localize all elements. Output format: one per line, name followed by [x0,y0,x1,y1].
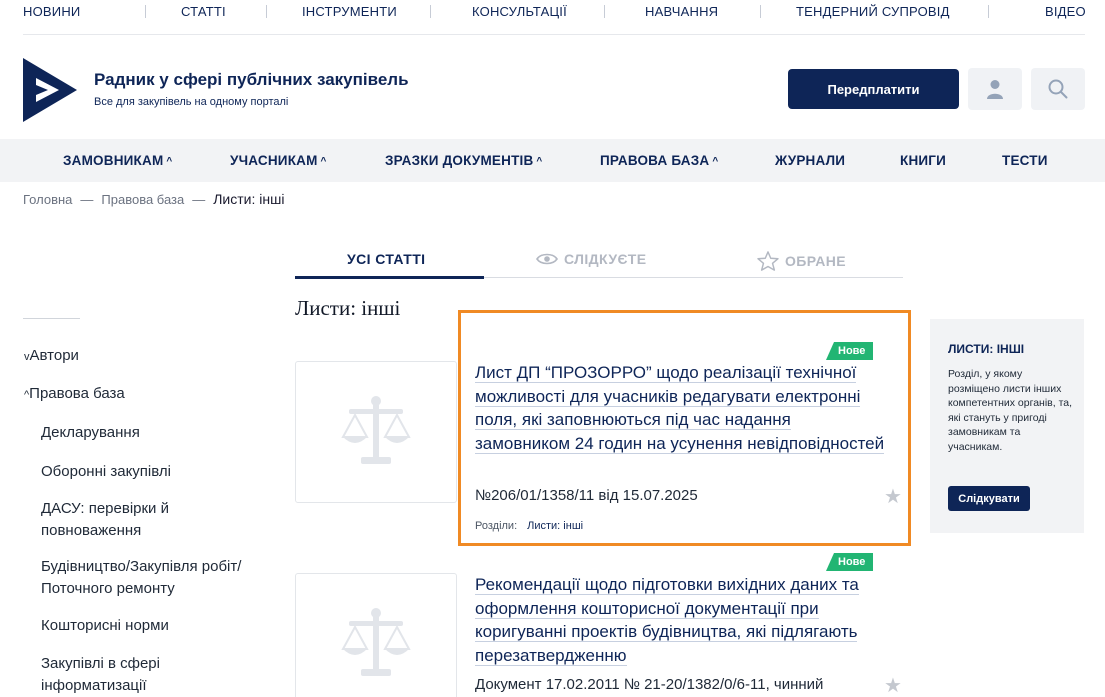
divider [988,5,989,18]
main-nav-document-samples[interactable]: ЗРАЗКИ ДОКУМЕНТІВ ^ [385,153,542,168]
article-thumbnail[interactable] [295,361,457,503]
sidebar-item-construction[interactable]: Будівництво/Закупівля робіт/ Поточного р… [41,556,271,600]
main-nav-tests[interactable]: ТЕСТИ [1002,153,1048,168]
article-thumbnail[interactable] [295,573,457,697]
chevron-up-icon: ^ [536,156,543,167]
search-button[interactable] [1031,68,1085,110]
article-tabs: УСІ СТАТТІ СЛІДКУЄТЕ ОБРАНЕ [295,244,903,279]
sidebar-item-informatization[interactable]: Закупівлі в сфері інформатизації [41,653,191,697]
site-title[interactable]: Радник у сфері публічних закупівель [94,70,409,90]
tab-label: ОБРАНЕ [785,253,847,269]
top-nav-tools[interactable]: ІНСТРУМЕНТИ [302,4,397,19]
breadcrumb-home[interactable]: Головна [23,192,72,207]
breadcrumb: Головна — Правова база — Листи: інші [23,191,284,207]
top-nav-video[interactable]: ВІДЕО [1045,4,1086,19]
article-title-text: Лист ДП “ПРОЗОРРО” щодо реалізації техні… [475,363,885,454]
favorite-star-icon[interactable]: ★ [884,673,902,697]
sidebar-item-defense-procurement[interactable]: Оборонні закупівлі [41,461,271,483]
top-nav-news[interactable]: НОВИНИ [23,4,80,19]
sidebar-item-declaration[interactable]: Декларування [41,422,271,444]
active-tab-indicator [295,276,484,279]
divider [23,318,80,319]
main-nav-legal-base[interactable]: ПРАВОВА БАЗА ^ [600,153,718,168]
divider [145,5,146,18]
main-nav-label: ЗАМОВНИКАМ [63,153,164,168]
sidebar-group-label: Правова база [29,385,125,402]
tab-label: СЛІДКУЄТЕ [564,251,647,267]
top-nav-education[interactable]: НАВЧАННЯ [645,4,718,19]
article-meta: Документ 17.02.2011 № 21-20/1382/0/6-11,… [475,676,824,693]
scales-icon [341,608,411,676]
new-badge: Нове [826,342,874,360]
breadcrumb-current: Листи: інші [213,191,285,207]
article-title[interactable]: Лист ДП “ПРОЗОРРО” щодо реалізації техні… [475,361,885,455]
breadcrumb-separator: — [192,192,206,207]
subscribe-button[interactable]: Передплатити [788,69,959,109]
tab-all-articles[interactable]: УСІ СТАТТІ [347,251,425,267]
main-nav-participants[interactable]: УЧАСНИКАМ ^ [230,153,327,168]
breadcrumb-separator: — [80,192,94,207]
top-nav: НОВИНИ СТАТТІ ІНСТРУМЕНТИ КОНСУЛЬТАЦІЇ Н… [0,0,1105,24]
site-subtitle: Все для закупівель на одному порталі [94,96,289,108]
main-nav-label: ЗРАЗКИ ДОКУМЕНТІВ [385,153,534,168]
eye-icon [536,253,558,265]
star-outline-icon [757,251,779,271]
sidebar-group-legal-base[interactable]: ^Правова база [24,385,125,402]
main-nav-journals[interactable]: ЖУРНАЛИ [775,153,845,168]
sidebar-group-authors[interactable]: vАвтори [24,347,79,364]
search-icon [1048,79,1068,99]
sidebar-item-dasu[interactable]: ДАСУ: перевірки й повноваження [41,498,216,542]
top-nav-consultations[interactable]: КОНСУЛЬТАЦІЇ [472,4,567,19]
info-box-title: ЛИСТИ: ІНШІ [948,342,1025,356]
user-icon [987,80,1003,99]
main-nav-books[interactable]: КНИГИ [900,153,946,168]
tab-following[interactable]: СЛІДКУЄТЕ [536,251,647,267]
chevron-up-icon: ^ [320,156,327,167]
tab-favorites[interactable]: ОБРАНЕ [757,251,846,271]
main-nav-customers[interactable]: ЗАМОВНИКАМ ^ [63,153,172,168]
top-nav-articles[interactable]: СТАТТІ [181,4,226,19]
section-info-box: ЛИСТИ: ІНШІ Розділ, у якому розміщено ли… [930,319,1084,533]
breadcrumb-legal-base[interactable]: Правова база [101,192,184,207]
sidebar-group-label: Автори [29,347,79,364]
sidebar-item-estimate-norms[interactable]: Кошторисні норми [41,615,271,637]
user-button[interactable] [968,68,1022,110]
divider [430,5,431,18]
scales-icon [341,396,411,464]
chevron-up-icon: ^ [712,156,719,167]
chevron-up-icon: ^ [166,156,173,167]
top-nav-tender-support[interactable]: ТЕНДЕРНИЙ СУПРОВІД [796,4,950,19]
article-title[interactable]: Рекомендації щодо підготовки вихідних да… [475,573,885,667]
article-title-text: Рекомендації щодо підготовки вихідних да… [475,575,859,666]
article-sections: Розділи: Листи: інші [475,520,583,532]
section-title: Листи: інші [295,296,401,320]
follow-button[interactable]: Слідкувати [948,486,1030,511]
section-link[interactable]: Листи: інші [527,520,583,532]
favorite-star-icon[interactable]: ★ [884,484,902,509]
divider [23,34,1085,35]
info-box-text: Розділ, у якому розміщено листи інших ко… [948,368,1073,453]
sections-label: Розділи: [475,520,518,532]
site-logo[interactable] [23,58,77,122]
main-nav-label: ПРАВОВА БАЗА [600,153,710,168]
main-nav-label: УЧАСНИКАМ [230,153,318,168]
main-nav: ЗАМОВНИКАМ ^ УЧАСНИКАМ ^ ЗРАЗКИ ДОКУМЕНТІВ… [0,139,1105,182]
divider [604,5,605,18]
article-meta: №206/01/1358/11 від 15.07.2025 [475,487,698,504]
divider [266,5,267,18]
new-badge: Нове [826,553,874,571]
divider [760,5,761,18]
